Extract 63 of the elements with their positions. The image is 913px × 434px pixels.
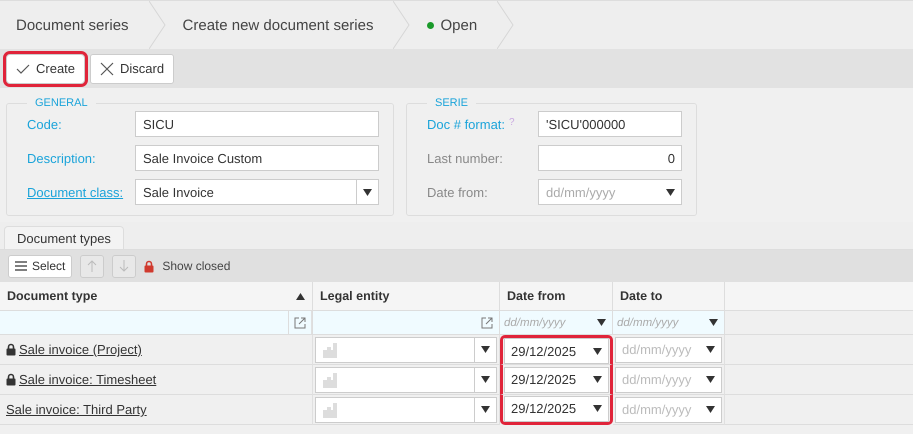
input-field[interactable]: 0 bbox=[538, 145, 682, 171]
discard-button[interactable]: Discard bbox=[90, 54, 174, 84]
close-icon bbox=[100, 62, 114, 76]
date-field[interactable]: 29/12/2025 bbox=[504, 396, 609, 422]
caret-icon bbox=[593, 405, 602, 412]
column-header[interactable]: Date to bbox=[613, 282, 725, 311]
field-label: Doc # format: bbox=[427, 116, 506, 132]
breadcrumb[interactable]: Create new document series bbox=[182, 16, 374, 34]
check-icon bbox=[16, 62, 30, 76]
column-header[interactable]: Date from bbox=[500, 282, 613, 311]
section-title: GENERAL bbox=[34, 97, 89, 109]
breadcrumb[interactable]: Document series bbox=[16, 16, 129, 34]
column-header[interactable]: Document type bbox=[0, 282, 313, 311]
caret-icon bbox=[666, 188, 675, 196]
building-icon bbox=[322, 342, 338, 358]
menu-icon bbox=[15, 261, 27, 271]
caret-icon bbox=[481, 376, 490, 383]
breadcrumb[interactable]: Open bbox=[440, 16, 478, 34]
field-label: Last number: bbox=[427, 150, 503, 166]
arrow-up-icon bbox=[87, 260, 98, 272]
filter-field[interactable] bbox=[0, 311, 313, 335]
field-label: Date from: bbox=[427, 184, 488, 200]
tab[interactable]: Document types bbox=[4, 226, 124, 249]
column-header[interactable]: Legal entity bbox=[313, 282, 500, 311]
input-field[interactable]: Sale Invoice Custom bbox=[135, 145, 379, 171]
document-type-link[interactable]: Sale invoice: Third Party bbox=[6, 402, 147, 417]
external-link-icon bbox=[294, 316, 306, 328]
move-up-button[interactable] bbox=[80, 254, 104, 278]
legal-entity-select[interactable] bbox=[315, 396, 497, 422]
building-icon bbox=[322, 402, 338, 418]
caret-icon bbox=[706, 346, 715, 353]
lock-icon bbox=[6, 373, 16, 386]
legal-entity-select[interactable] bbox=[315, 336, 497, 362]
lock-icon bbox=[144, 260, 154, 272]
section-title: SERIE bbox=[434, 97, 470, 109]
caret-icon bbox=[706, 406, 715, 413]
document-type-link[interactable]: Sale invoice (Project) bbox=[19, 342, 142, 357]
show-closed-toggle[interactable]: Show closed bbox=[162, 259, 230, 273]
external-link-icon bbox=[481, 316, 493, 328]
caret-icon bbox=[597, 319, 606, 326]
caret-icon bbox=[481, 346, 490, 353]
caret-icon bbox=[593, 376, 602, 383]
caret-icon bbox=[593, 348, 602, 354]
move-down-button[interactable] bbox=[112, 254, 136, 278]
date-field[interactable]: 29/12/2025 bbox=[504, 366, 609, 392]
caret-icon bbox=[706, 376, 715, 383]
select-button[interactable]: Select bbox=[8, 254, 72, 278]
caret-icon bbox=[481, 406, 490, 413]
select-field[interactable]: Sale Invoice bbox=[135, 179, 379, 205]
legal-entity-select[interactable] bbox=[315, 366, 497, 392]
date-field[interactable]: 29/12/2025 bbox=[504, 338, 609, 364]
building-icon bbox=[322, 372, 338, 388]
document-type-link[interactable]: Sale invoice: Timesheet bbox=[19, 372, 156, 387]
input-field[interactable]: 'SICU'000000 bbox=[538, 111, 682, 137]
sort-ascending-icon bbox=[296, 292, 305, 300]
field-label: Description: bbox=[27, 150, 97, 166]
field-label: Code: bbox=[27, 116, 63, 132]
lock-icon bbox=[6, 343, 16, 356]
caret-icon bbox=[363, 188, 372, 196]
input-field[interactable]: SICU bbox=[135, 111, 379, 137]
caret-icon bbox=[709, 319, 718, 326]
filter-field[interactable] bbox=[313, 311, 500, 335]
arrow-down-icon bbox=[119, 260, 130, 272]
